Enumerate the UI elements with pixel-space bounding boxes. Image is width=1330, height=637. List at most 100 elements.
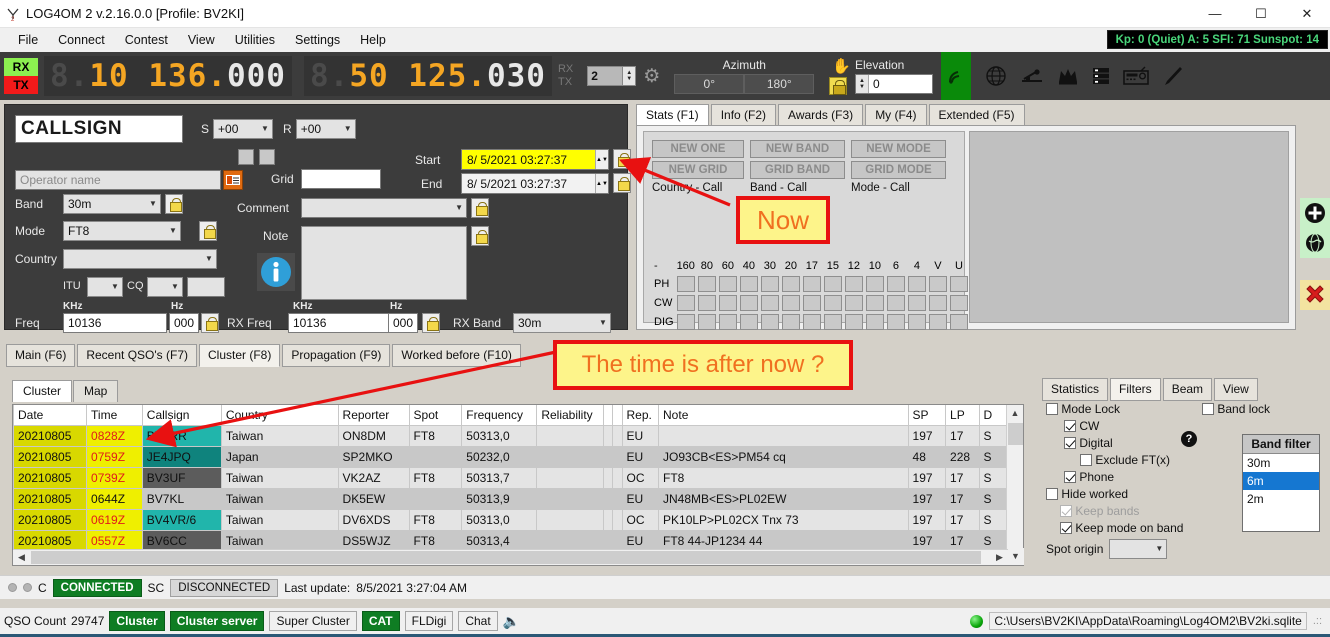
stepper-down-icon[interactable]: ▼ (859, 84, 865, 90)
band-lock-icon[interactable] (165, 194, 183, 214)
column-blank1[interactable] (603, 405, 614, 426)
matrix-cell[interactable] (823, 276, 842, 292)
matrix-cell[interactable] (949, 276, 968, 292)
matrix-cell[interactable] (928, 314, 947, 330)
start-stepper[interactable]: ▲▼ (595, 150, 608, 169)
matrix-cell[interactable] (697, 276, 716, 292)
band-filter-item-2m[interactable]: 2m (1243, 490, 1319, 508)
band-select[interactable]: 30m ▼ (63, 194, 161, 214)
matrix-cell[interactable] (865, 276, 884, 292)
cw-checkbox[interactable] (1064, 420, 1076, 432)
qsl-sent-toggle[interactable] (238, 149, 254, 165)
matrix-cell[interactable] (886, 295, 905, 311)
cluster-server-status-button[interactable]: Cluster server (169, 611, 265, 631)
freq-hz-input[interactable]: 000 (169, 313, 199, 333)
band-filter-item-30m[interactable]: 30m (1243, 454, 1319, 472)
add-qso-icon[interactable] (1300, 198, 1330, 228)
matrix-cell[interactable] (781, 276, 800, 292)
cat-status-button[interactable]: CAT (361, 611, 400, 631)
operator-name-input[interactable]: Operator name (15, 170, 221, 190)
cw-row[interactable]: CW (1064, 419, 1322, 433)
scroll-up-icon[interactable]: ▲ (1007, 405, 1023, 422)
resize-grip[interactable]: .:: (1313, 615, 1322, 627)
cq-select[interactable]: ▼ (147, 277, 183, 297)
tab-cluster[interactable]: Cluster (F8) (199, 344, 281, 367)
tab-view[interactable]: View (1214, 378, 1258, 401)
rotator-lock-icon[interactable] (828, 77, 847, 95)
gear-icon[interactable]: ⚙ (643, 65, 660, 88)
help-icon[interactable]: ? (1181, 431, 1197, 447)
grid-mode-button[interactable]: GRID MODE (851, 161, 946, 179)
maximize-button[interactable]: ☐ (1238, 0, 1284, 28)
new-mode-button[interactable]: NEW MODE (851, 140, 946, 158)
matrix-cell[interactable] (718, 314, 737, 330)
column-spot[interactable]: Spot (408, 405, 463, 426)
menu-item-utilities[interactable]: Utilities (225, 30, 285, 50)
server-rack-icon[interactable] (1092, 66, 1110, 86)
matrix-cell[interactable] (739, 314, 758, 330)
keep-mode-on-band-checkbox[interactable] (1060, 522, 1072, 534)
mode-lock-checkbox[interactable] (1046, 403, 1058, 415)
callbook-lookup-icon[interactable] (223, 170, 243, 190)
menu-item-contest[interactable]: Contest (115, 30, 178, 50)
tab-my[interactable]: My (F4) (865, 104, 927, 126)
freq-khz-input[interactable]: 10136 (63, 313, 167, 333)
super-cluster-disconnected-badge[interactable]: DISCONNECTED (170, 578, 279, 597)
band-lock-row[interactable]: Band lock (1202, 402, 1270, 416)
tab-stats[interactable]: Stats (F1) (636, 104, 709, 126)
end-stepper[interactable]: ▲▼ (595, 174, 608, 193)
matrix-cell[interactable] (760, 314, 779, 330)
matrix-cell[interactable] (676, 276, 695, 292)
signal-received-select[interactable]: +00 ▼ (295, 119, 356, 139)
new-band-button[interactable]: NEW BAND (750, 140, 845, 158)
itu-select[interactable]: ▼ (87, 277, 123, 297)
scroll-left-icon[interactable]: ◀ (13, 550, 30, 565)
table-row[interactable]: 20210805 0739Z BV3UF Taiwan VK2AZ FT8 50313,7 O… (13, 466, 1008, 489)
table-row[interactable]: 20210805 0828Z BV7RR Taiwan ON8DM FT8 50313,0 E… (13, 424, 1008, 447)
matrix-cell[interactable] (865, 314, 884, 330)
column-sp[interactable]: SP (907, 405, 947, 426)
close-button[interactable]: ✕ (1284, 0, 1330, 28)
matrix-cell[interactable] (928, 276, 947, 292)
note-lock-icon[interactable] (471, 226, 489, 246)
menu-item-view[interactable]: View (178, 30, 225, 50)
matrix-cell[interactable] (718, 295, 737, 311)
tab-beam[interactable]: Beam (1162, 378, 1213, 401)
globe-lookup-icon[interactable] (1300, 228, 1330, 258)
column-lp[interactable]: LP (945, 405, 980, 426)
table-vertical-scrollbar[interactable]: ▲ ▼ (1006, 405, 1024, 565)
column-callsign[interactable]: Callsign (141, 405, 222, 426)
note-textarea[interactable] (301, 226, 467, 300)
table-row[interactable]: 20210805 0619Z BV4VR/6 Taiwan DV6XDS FT8 50313… (13, 508, 1008, 531)
table-row[interactable]: 20210805 0759Z JE4JPQ Japan SP2MKO 50232,0 EU J… (13, 445, 1008, 468)
globe-icon[interactable] (985, 65, 1007, 87)
column-frequency[interactable]: Frequency (461, 405, 538, 426)
info-icon[interactable] (257, 253, 295, 291)
matrix-cell[interactable] (697, 314, 716, 330)
tab-extended[interactable]: Extended (F5) (928, 104, 1025, 126)
cluster-status-button[interactable]: Cluster (109, 611, 165, 631)
exclude-ftx-checkbox[interactable] (1080, 454, 1092, 466)
tab-main[interactable]: Main (F6) (6, 344, 76, 367)
comment-lock-icon[interactable] (471, 198, 489, 218)
tab-recent-qsos[interactable]: Recent QSO's (F7) (77, 344, 197, 367)
rx-freq-lock-icon[interactable] (422, 313, 440, 333)
table-horizontal-scrollbar[interactable]: ◀ ▶ (13, 549, 1008, 565)
pencil-icon[interactable] (1162, 65, 1184, 87)
scroll-thumb[interactable] (1008, 423, 1023, 445)
grid-band-button[interactable]: GRID BAND (750, 161, 845, 179)
column-note[interactable]: Note (658, 405, 909, 426)
matrix-cell[interactable] (907, 276, 926, 292)
sub-frequency-display[interactable]: 8.50 125.030 (303, 56, 552, 96)
table-row[interactable]: 20210805 0557Z BV6CC Taiwan DS5WJZ FT8 50313,4… (13, 529, 1008, 551)
scroll-down-icon[interactable]: ▼ (1007, 548, 1024, 565)
matrix-cell[interactable] (781, 295, 800, 311)
radio-number-value[interactable]: 2 (587, 66, 624, 86)
matrix-cell[interactable] (802, 276, 821, 292)
matrix-cell[interactable] (844, 314, 863, 330)
tab-statistics[interactable]: Statistics (1042, 378, 1109, 401)
matrix-cell[interactable] (802, 295, 821, 311)
country-select[interactable]: ▼ (63, 249, 217, 269)
matrix-cell[interactable] (823, 314, 842, 330)
column-blank2[interactable] (612, 405, 623, 426)
